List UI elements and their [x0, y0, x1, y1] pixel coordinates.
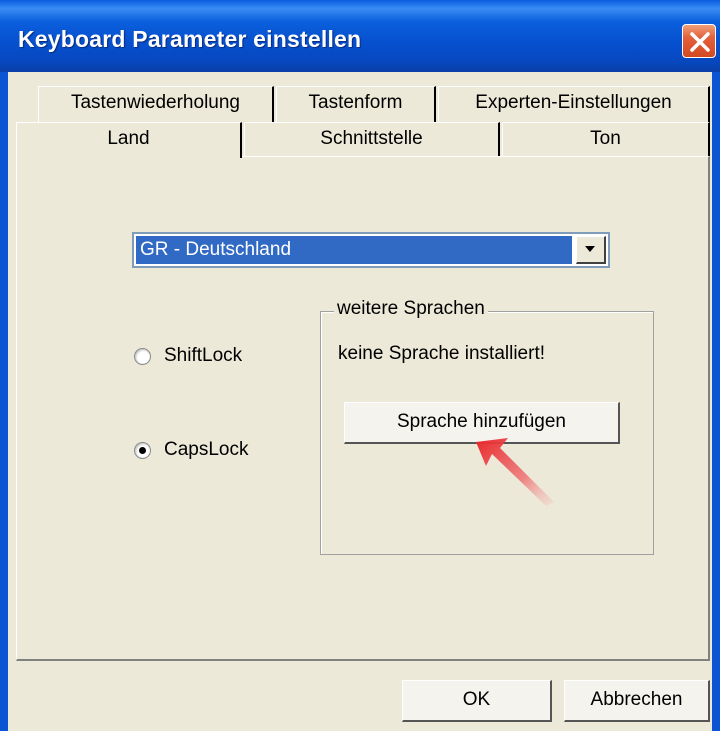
tab-label: Land — [107, 128, 150, 149]
tab-ton[interactable]: Ton — [502, 122, 710, 158]
close-icon — [690, 32, 710, 52]
tab-label: Experten-Einstellungen — [475, 92, 672, 113]
radio-shiftlock[interactable]: ShiftLock — [134, 342, 242, 370]
chevron-down-icon — [585, 246, 595, 252]
tab-label: Ton — [590, 128, 621, 149]
tab-tastenwiederholung[interactable]: Tastenwiederholung — [38, 86, 274, 122]
radio-label: CapsLock — [164, 439, 249, 460]
pointer-arrow-icon — [476, 438, 554, 506]
close-button[interactable] — [682, 24, 716, 58]
no-language-status: keine Sprache installiert! — [338, 343, 545, 364]
radio-button[interactable] — [134, 441, 151, 459]
tab-experten-einstellungen[interactable]: Experten-Einstellungen — [438, 86, 710, 122]
tab-land[interactable]: Land — [16, 122, 242, 158]
radio-label: ShiftLock — [164, 345, 243, 366]
country-select-value: GR - Deutschland — [136, 236, 572, 264]
ok-button[interactable]: OK — [402, 680, 552, 722]
cancel-button[interactable]: Abbrechen — [564, 680, 710, 722]
tab-tastenform[interactable]: Tastenform — [276, 86, 436, 122]
radio-button[interactable] — [134, 347, 151, 365]
tab-label: Tastenwiederholung — [70, 92, 240, 113]
window-frame-right — [712, 72, 720, 731]
tab-label: Tastenform — [308, 92, 403, 113]
dropdown-button[interactable] — [576, 236, 606, 264]
radio-capslock[interactable]: CapsLock — [134, 436, 249, 464]
radio-checked-dot — [139, 446, 146, 454]
window-title: Keyboard Parameter einstellen — [18, 26, 362, 52]
window-frame-left — [0, 72, 8, 731]
country-select[interactable]: GR - Deutschland — [132, 232, 610, 268]
title-bar[interactable]: Keyboard Parameter einstellen — [0, 0, 720, 72]
tab-schnittstelle[interactable]: Schnittstelle — [244, 122, 500, 158]
group-title: weitere Sprachen — [334, 298, 488, 320]
tab-label: Schnittstelle — [320, 128, 423, 149]
